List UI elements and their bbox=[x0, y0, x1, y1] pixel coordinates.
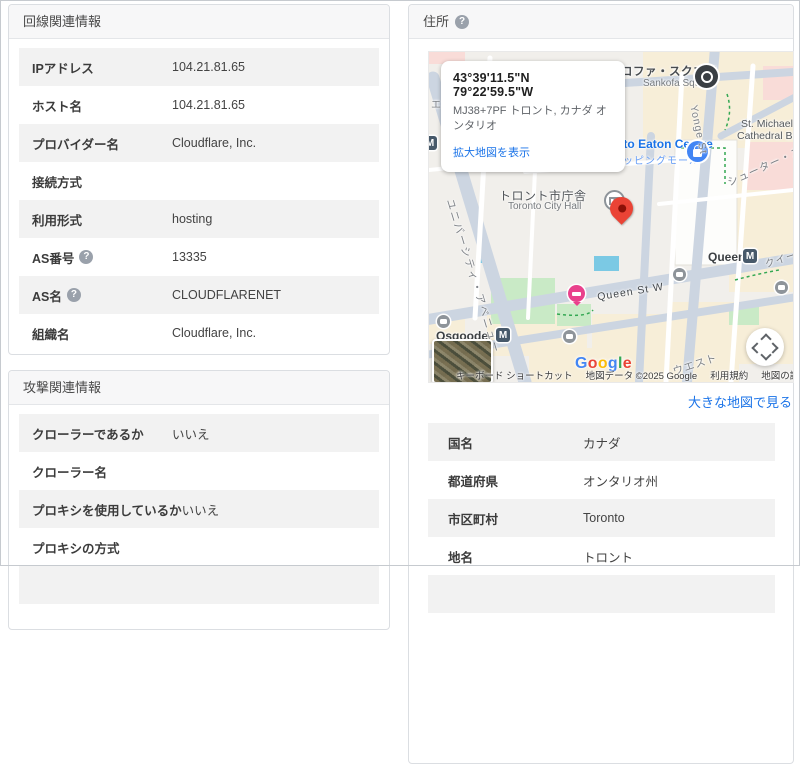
row-label: 接続方式 bbox=[32, 175, 83, 190]
poi-label-st-michaels-1: St. Michael's bbox=[741, 118, 793, 130]
row-value: Toronto bbox=[583, 511, 625, 525]
table-row-partial bbox=[428, 575, 775, 613]
help-icon[interactable]: ? bbox=[455, 14, 470, 29]
help-icon[interactable]: ? bbox=[66, 288, 81, 302]
table-row: 市区町村 Toronto bbox=[428, 499, 775, 537]
station-label-queen[interactable]: Queen bbox=[708, 250, 745, 264]
row-label: 都道府県 bbox=[448, 474, 499, 489]
table-row: IPアドレス 104.21.81.65 bbox=[19, 48, 379, 86]
poi-label-st-michaels-2: Cathedral Basilica bbox=[737, 130, 793, 142]
row-label: IPアドレス bbox=[32, 61, 94, 76]
row-label: AS名 ? bbox=[32, 286, 172, 305]
hotel-poi-icon[interactable] bbox=[568, 285, 585, 306]
table-row: AS番号 ? 13335 bbox=[19, 238, 379, 276]
row-value: Cloudflare, Inc. bbox=[172, 326, 257, 340]
view-larger-map-link[interactable]: 大きな地図で見る bbox=[428, 392, 792, 411]
attack-info-table: クローラーであるか いいえ クローラー名 プロキシを使用しているか いいえ プロ… bbox=[9, 405, 389, 613]
table-row: 利用形式 hosting bbox=[19, 200, 379, 238]
row-value: オンタリオ州 bbox=[583, 474, 659, 489]
terms-link[interactable]: 利用規約 bbox=[710, 368, 748, 382]
address-card: 住所 ? サンコファ・スクエア Sankofa Square CF Toront… bbox=[408, 4, 794, 764]
row-label-text: AS番号 bbox=[32, 251, 75, 266]
row-value: いいえ bbox=[172, 427, 210, 442]
row-value: 104.21.81.65 bbox=[172, 98, 245, 112]
row-label: プロバイダー名 bbox=[32, 137, 120, 152]
line-info-table: IPアドレス 104.21.81.65 ホスト名 104.21.81.65 プロ… bbox=[9, 39, 389, 361]
metro-station-icon[interactable]: M bbox=[743, 249, 757, 263]
map-data-copyright: 地図データ ©2025 Google bbox=[585, 370, 698, 382]
help-icon[interactable]: ? bbox=[79, 250, 94, 264]
row-label: 市区町村 bbox=[448, 512, 499, 527]
transit-stop-icon[interactable] bbox=[563, 330, 576, 343]
row-label: プロキシを使用しているか bbox=[32, 503, 182, 518]
pan-control[interactable] bbox=[746, 328, 784, 366]
attack-info-card: 攻撃関連情報 クローラーであるか いいえ クローラー名 プロキシを使用しているか… bbox=[8, 370, 390, 630]
attack-info-title: 攻撃関連情報 bbox=[23, 380, 102, 395]
info-window-coordinates: 43°39'11.5"N 79°22'59.5"W bbox=[453, 71, 534, 99]
address-table: 国名 カナダ 都道府県 オンタリオ州 市区町村 Toronto 地名 トロント bbox=[428, 423, 775, 613]
table-row: プロバイダー名 Cloudflare, Inc. bbox=[19, 124, 379, 162]
row-label: クローラーであるか bbox=[32, 427, 144, 442]
table-row: 地名 トロント bbox=[428, 537, 775, 575]
table-row: 組織名 Cloudflare, Inc. bbox=[19, 314, 379, 352]
row-label: AS番号 ? bbox=[32, 248, 172, 267]
attraction-poi-icon[interactable] bbox=[695, 65, 718, 88]
row-label: クローラー名 bbox=[32, 465, 108, 480]
info-window-address: MJ38+7PF トロント, カナダ オンタリオ bbox=[453, 105, 607, 133]
table-row: プロキシの方式 bbox=[19, 528, 379, 566]
map-info-window: 43°39'11.5"N 79°22'59.5"W MJ38+7PF トロント,… bbox=[441, 61, 625, 172]
map-attribution: キーボード ショートカット 地図データ ©2025 Google 利用規約 地図… bbox=[429, 368, 793, 382]
line-info-title: 回線関連情報 bbox=[23, 14, 102, 29]
transit-stop-icon[interactable] bbox=[673, 268, 686, 281]
row-value: トロント bbox=[583, 550, 634, 565]
row-label: 地名 bbox=[448, 550, 474, 565]
row-value: Cloudflare, Inc. bbox=[172, 136, 257, 150]
transit-stop-icon[interactable] bbox=[775, 281, 788, 294]
table-row: AS名 ? CLOUDFLARENET bbox=[19, 276, 379, 314]
transit-stop-icon[interactable] bbox=[437, 315, 450, 328]
address-title: 住所 bbox=[423, 14, 450, 29]
google-map-canvas[interactable]: サンコファ・スクエア Sankofa Square CF Toronto Eat… bbox=[428, 51, 794, 383]
address-header: 住所 ? bbox=[409, 5, 793, 39]
report-map-error-link[interactable]: 地図の誤りを報告する bbox=[761, 368, 793, 382]
table-row: プロキシを使用しているか いいえ bbox=[19, 490, 379, 528]
expand-map-link[interactable]: 拡大地図を表示 bbox=[453, 144, 530, 160]
row-label: 利用形式 bbox=[32, 213, 83, 228]
row-label: プロキシの方式 bbox=[32, 541, 120, 556]
attack-info-header: 攻撃関連情報 bbox=[9, 371, 389, 405]
table-row: ホスト名 104.21.81.65 bbox=[19, 86, 379, 124]
keyboard-shortcuts-link[interactable]: キーボード ショートカット bbox=[456, 368, 573, 382]
table-row: 接続方式 bbox=[19, 162, 379, 200]
pan-left-icon bbox=[751, 342, 763, 354]
row-label-text: AS名 bbox=[32, 289, 62, 304]
table-row-partial bbox=[19, 566, 379, 604]
row-value: 13335 bbox=[172, 250, 207, 264]
table-row: 国名 カナダ bbox=[428, 423, 775, 461]
line-info-header: 回線関連情報 bbox=[9, 5, 389, 39]
row-value: いいえ bbox=[181, 503, 220, 518]
row-value: hosting bbox=[172, 212, 213, 226]
table-row: クローラー名 bbox=[19, 452, 379, 490]
line-info-card: 回線関連情報 IPアドレス 104.21.81.65 ホスト名 104.21.8… bbox=[8, 4, 390, 355]
metro-station-icon[interactable]: M bbox=[429, 136, 437, 150]
table-row: クローラーであるか いいえ bbox=[19, 414, 379, 452]
pan-up-icon bbox=[760, 333, 772, 345]
row-value: 104.21.81.65 bbox=[172, 60, 245, 74]
row-value: カナダ bbox=[583, 436, 621, 451]
address-body: サンコファ・スクエア Sankofa Square CF Toronto Eat… bbox=[409, 39, 794, 613]
table-row: 都道府県 オンタリオ州 bbox=[428, 461, 775, 499]
poi-label-city-hall-en: Toronto City Hall bbox=[508, 201, 582, 212]
row-label: 国名 bbox=[448, 436, 474, 451]
row-label: ホスト名 bbox=[32, 99, 83, 114]
row-label: 組織名 bbox=[32, 327, 70, 342]
row-value: CLOUDFLARENET bbox=[172, 288, 282, 302]
